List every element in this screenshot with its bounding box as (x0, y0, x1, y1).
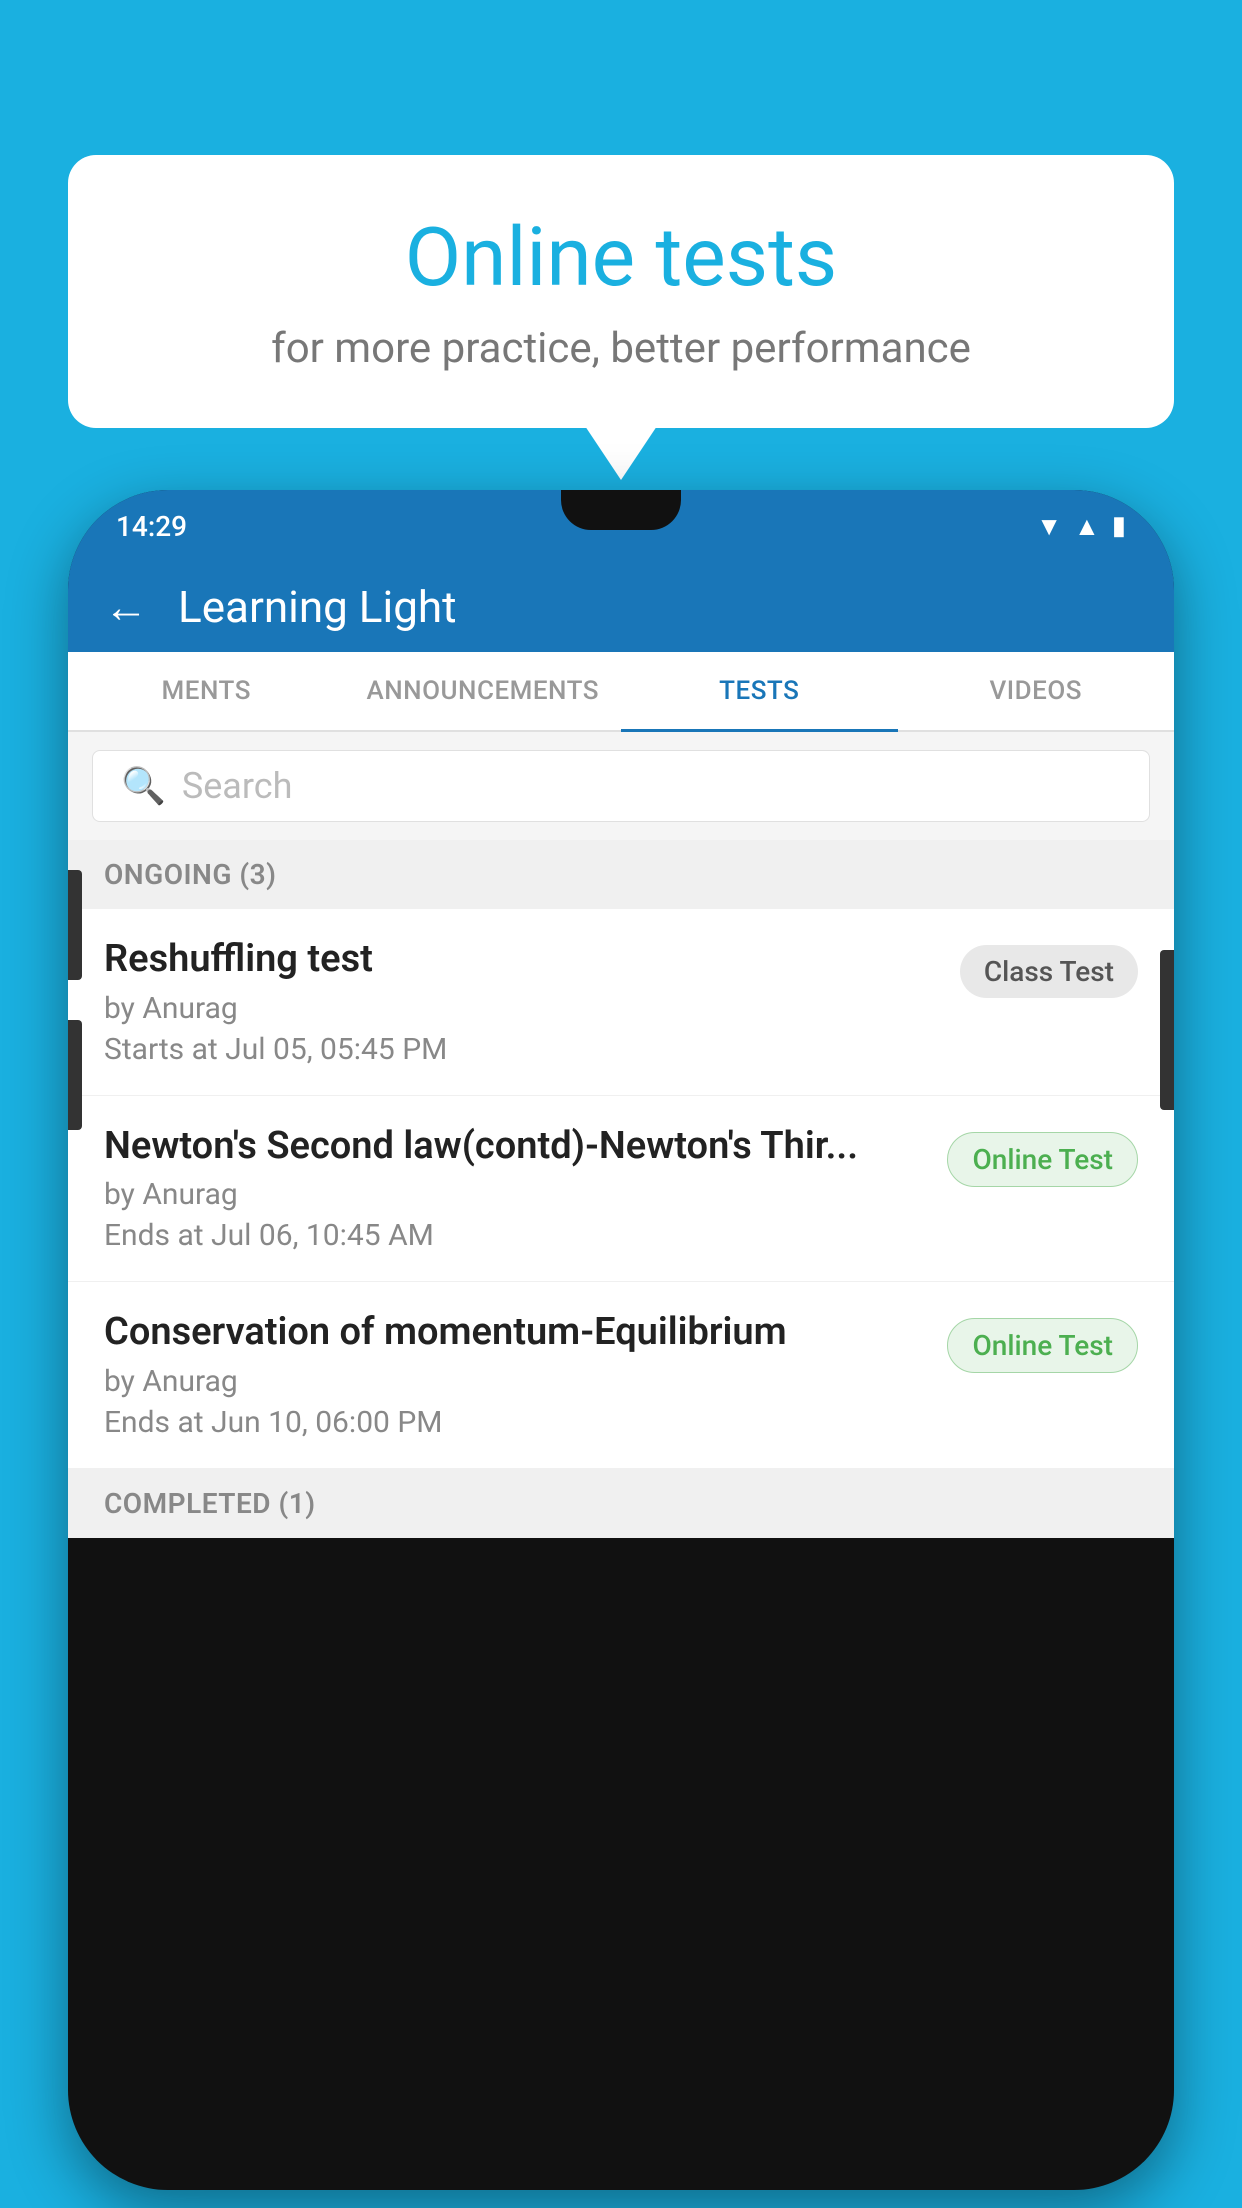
phone-frame: 14:29 ▼ ▲ ▮ ← Learning Light MENTS ANNOU… (68, 490, 1174, 2190)
test-info-2: Newton's Second law(contd)-Newton's Thir… (104, 1124, 947, 1254)
test-date-3: Ends at Jun 10, 06:00 PM (104, 1405, 927, 1440)
search-box[interactable]: 🔍 Search (92, 750, 1150, 822)
volume-up-button (68, 870, 82, 980)
search-container: 🔍 Search (68, 732, 1174, 840)
tab-announcements[interactable]: ANNOUNCEMENTS (345, 652, 622, 730)
app-header: ← Learning Light (68, 562, 1174, 652)
bubble-subtitle: for more practice, better performance (108, 324, 1134, 373)
search-placeholder: Search (182, 765, 293, 807)
test-badge-1: Class Test (960, 945, 1138, 998)
test-badge-2: Online Test (947, 1132, 1138, 1187)
test-title-1: Reshuffling test (104, 937, 940, 983)
test-item-3[interactable]: Conservation of momentum-Equilibrium by … (68, 1282, 1174, 1469)
status-bar: 14:29 ▼ ▲ ▮ (68, 490, 1174, 562)
test-title-3: Conservation of momentum-Equilibrium (104, 1310, 927, 1356)
power-button (1160, 950, 1174, 1110)
test-by-3: by Anurag (104, 1364, 927, 1399)
ongoing-section-header: ONGOING (3) (68, 840, 1174, 909)
tab-videos[interactable]: VIDEOS (898, 652, 1175, 730)
status-time: 14:29 (116, 510, 187, 543)
test-title-2: Newton's Second law(contd)-Newton's Thir… (104, 1124, 927, 1170)
wifi-icon: ▼ (1036, 511, 1062, 542)
test-date-2: Ends at Jul 06, 10:45 AM (104, 1218, 927, 1253)
back-button[interactable]: ← (104, 581, 148, 633)
tabs-container: MENTS ANNOUNCEMENTS TESTS VIDEOS (68, 652, 1174, 732)
app-title: Learning Light (178, 581, 457, 633)
test-badge-3: Online Test (947, 1318, 1138, 1373)
test-by-1: by Anurag (104, 991, 940, 1026)
completed-section-header: COMPLETED (1) (68, 1469, 1174, 1538)
test-item-1[interactable]: Reshuffling test by Anurag Starts at Jul… (68, 909, 1174, 1096)
tab-tests[interactable]: TESTS (621, 652, 898, 730)
bubble-title: Online tests (108, 210, 1134, 306)
battery-icon: ▮ (1112, 511, 1126, 541)
volume-down-button (68, 1020, 82, 1130)
test-item-2[interactable]: Newton's Second law(contd)-Newton's Thir… (68, 1096, 1174, 1283)
search-icon: 🔍 (121, 765, 166, 807)
speech-bubble: Online tests for more practice, better p… (68, 155, 1174, 428)
test-info-3: Conservation of momentum-Equilibrium by … (104, 1310, 947, 1440)
test-info-1: Reshuffling test by Anurag Starts at Jul… (104, 937, 960, 1067)
test-by-2: by Anurag (104, 1177, 927, 1212)
tab-ments[interactable]: MENTS (68, 652, 345, 730)
tests-list: Reshuffling test by Anurag Starts at Jul… (68, 909, 1174, 1469)
test-date-1: Starts at Jul 05, 05:45 PM (104, 1032, 940, 1067)
signal-icon: ▲ (1074, 511, 1100, 542)
status-icons: ▼ ▲ ▮ (1036, 511, 1126, 542)
notch (561, 490, 681, 530)
